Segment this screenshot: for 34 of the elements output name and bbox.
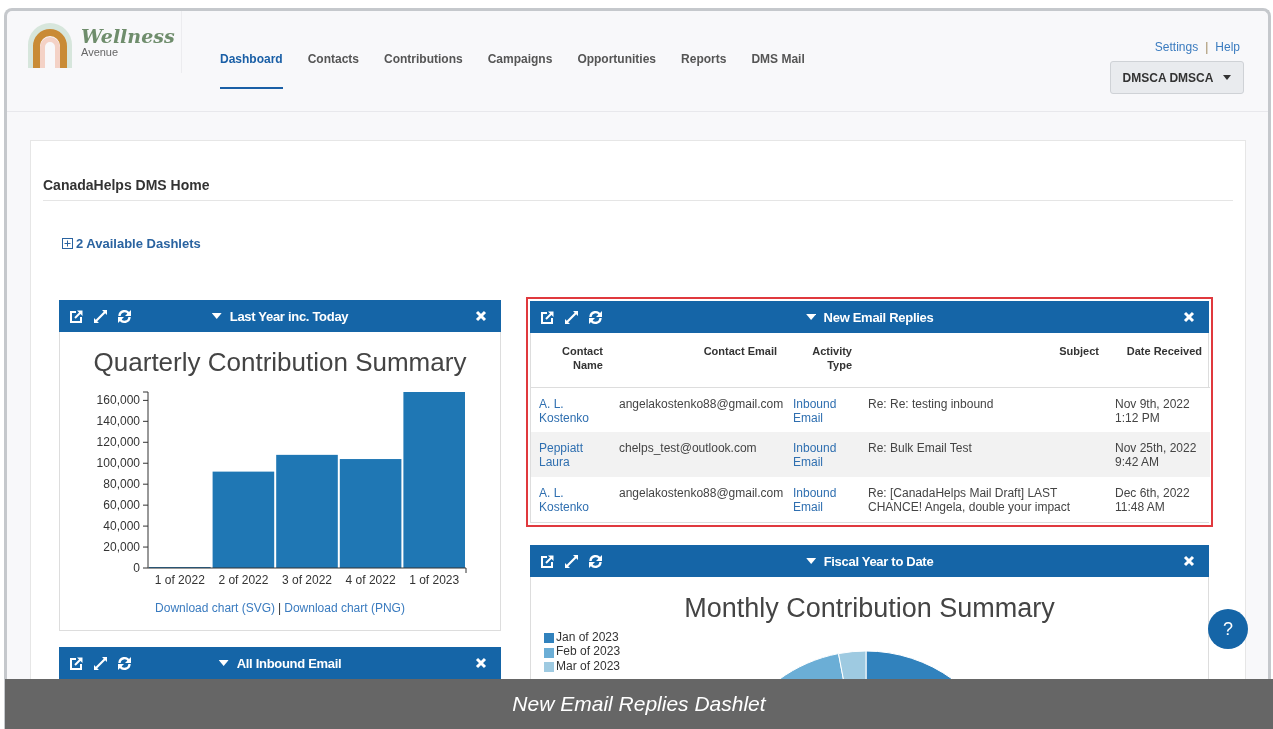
table-cell: Re: Re: testing inbound (868, 396, 994, 411)
axis-tick-label: 160,000 (96, 393, 140, 408)
axis-tick-label: 100,000 (96, 456, 140, 471)
caption-text: New Email Replies Dashlet (512, 691, 766, 718)
chart-title: Monthly Contribution Summary (683, 592, 1056, 625)
axis-tick-label: 2 of 2022 (218, 573, 269, 588)
table-cell: Dec 6th, 2022 11:48 AM (1115, 486, 1190, 515)
link-separator: | (278, 600, 282, 618)
axis-tick-label: 3 of 2022 (282, 573, 332, 588)
logo-subtitle: Avenue (81, 46, 120, 58)
legend-label: Feb of 2023 (556, 644, 621, 658)
axis-tick-label: 4 of 2022 (345, 573, 396, 588)
table-cell: Nov 9th, 2022 1:12 PM (1115, 396, 1190, 425)
table-cell: chelps_test@outlook.com (619, 441, 757, 456)
axis-tick-label: 1 of 2022 (154, 573, 205, 588)
axis-tick-label: 60,000 (103, 498, 140, 513)
axis-tick-label: 20,000 (103, 540, 140, 555)
axis-tick-label: 120,000 (96, 435, 140, 450)
axis-tick-label: 0 (133, 561, 140, 576)
link-separator: | (1205, 40, 1209, 54)
chart-title: Quarterly Contribution Summary (92, 346, 468, 379)
axis-tick-label: 1 of 2023 (409, 573, 460, 588)
table-cell: angelakostenko88@gmail.com (619, 486, 784, 501)
axis-tick-label: 40,000 (103, 519, 140, 534)
page-title: CanadaHelps DMS Home (43, 176, 1233, 201)
table-cell: angelakostenko88@gmail.com (619, 396, 784, 411)
table-cell: Nov 25th, 2022 9:42 AM (1115, 441, 1197, 470)
legend-label: Jan of 2023 (556, 629, 619, 644)
logo-wordmark: Wellness (81, 26, 175, 46)
axis-tick-label: 140,000 (96, 414, 140, 429)
legend-label: Mar of 2023 (556, 658, 621, 673)
axis-tick-label: 80,000 (103, 477, 140, 492)
table-cell: Re: Bulk Email Test (868, 441, 972, 456)
table-cell: Re: [CanadaHelps Mail Draft] LAST CHANCE! Angela, double your impact (868, 486, 1071, 515)
